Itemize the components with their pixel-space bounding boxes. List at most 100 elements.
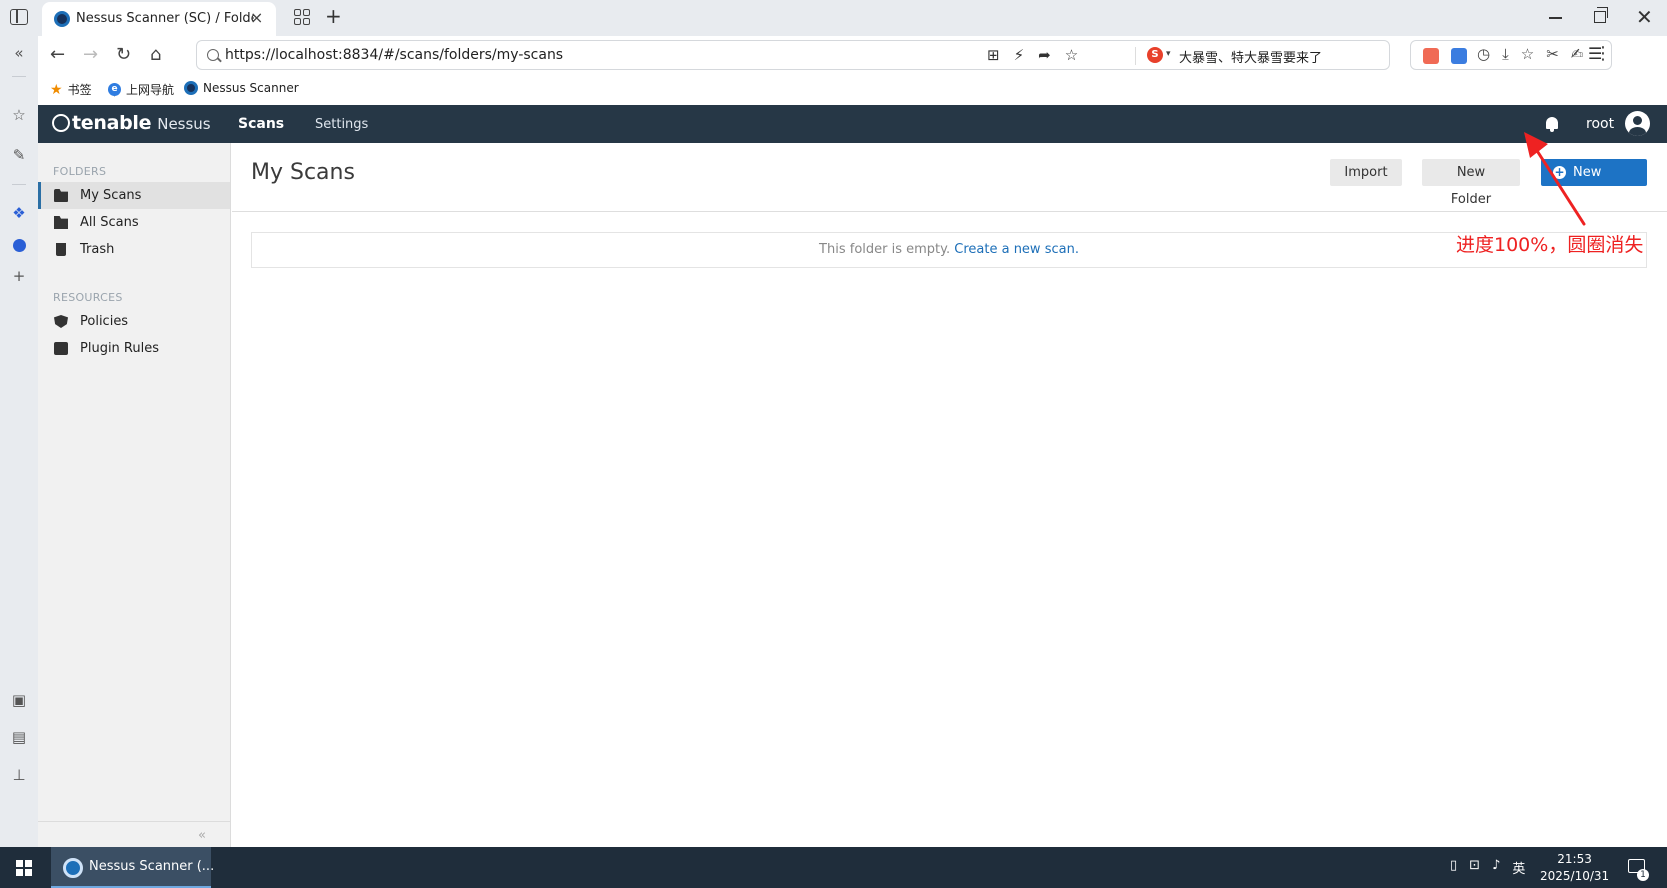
rail-divider: [12, 76, 26, 77]
ime-indicator[interactable]: 英: [1512, 858, 1525, 877]
sidebar-item-plugin-rules[interactable]: Plugin Rules: [38, 335, 230, 362]
chevron-down-icon[interactable]: ▾: [1166, 49, 1171, 59]
box-icon[interactable]: ▤: [0, 728, 38, 746]
import-button[interactable]: Import: [1330, 159, 1402, 186]
pdf-extension-icon[interactable]: [1423, 48, 1439, 64]
nessus-sidebar: FOLDERS My Scans All Scans Trash RESOURC…: [38, 143, 231, 847]
annotation-text: 进度100%，圆圈消失: [1456, 234, 1644, 256]
history-clock-icon[interactable]: [13, 239, 26, 252]
bookmarks-bar: ★ 书签 e 上网导航 Nessus Scanner: [38, 74, 1667, 105]
sign-icon[interactable]: ✍: [1571, 45, 1584, 63]
notifications-bell-icon[interactable]: [1546, 117, 1558, 132]
annotation-arrow: [1524, 132, 1586, 226]
tenable-logo[interactable]: tenable Nessus: [52, 112, 211, 134]
shield-icon: [54, 315, 68, 328]
sidebar-item-policies[interactable]: Policies: [38, 308, 230, 335]
browser-titlebar: Nessus Scanner (SC) / Folders × + ✕: [0, 0, 1667, 36]
bookmark-label: 书签: [67, 83, 92, 97]
collapse-sidebar-icon[interactable]: «: [198, 828, 206, 843]
nessus-icon: [184, 81, 198, 95]
download-icon[interactable]: ⤓: [1502, 45, 1509, 63]
tab-title: Nessus Scanner (SC) / Folders: [76, 11, 254, 26]
user-avatar-icon[interactable]: [1625, 111, 1650, 136]
star-icon: ★: [50, 81, 63, 98]
nav-scans[interactable]: Scans: [238, 116, 284, 132]
ie-icon: e: [108, 83, 121, 96]
sidebar-toggle-icon[interactable]: [10, 9, 28, 25]
browser-toolbar: ← → ↻ ⌂ https://localhost:8834/#/scans/f…: [38, 36, 1667, 74]
new-tab-icon[interactable]: +: [325, 4, 342, 28]
volume-icon[interactable]: ♪: [1492, 858, 1500, 877]
paw-icon[interactable]: ❖: [0, 204, 38, 222]
lightning-icon[interactable]: ⚡: [1014, 46, 1025, 64]
scissors-icon[interactable]: ✂: [1546, 45, 1559, 63]
add-rail-item-icon[interactable]: +: [0, 267, 38, 285]
clock-date: 2025/10/31: [1540, 869, 1610, 883]
window-close-icon[interactable]: ✕: [1636, 5, 1653, 29]
sidebar-divider: [38, 821, 230, 822]
os-taskbar: Nessus Scanner (... ▯ ⊡ ♪ 英 21:53 2025/1…: [0, 847, 1667, 888]
back-icon[interactable]: ←: [50, 44, 65, 65]
home-icon[interactable]: ⌂: [150, 44, 161, 65]
menu-icon[interactable]: ☰: [1588, 44, 1602, 63]
empty-folder-message: This folder is empty. Create a new scan.: [251, 232, 1647, 268]
tenable-ring-icon: [52, 114, 70, 132]
sogou-search-icon[interactable]: S: [1147, 47, 1163, 63]
rail-divider: [12, 184, 26, 185]
favorites-star-icon[interactable]: ☆: [0, 106, 38, 124]
usb-icon[interactable]: ▯: [1450, 858, 1457, 877]
user-name[interactable]: root: [1586, 116, 1614, 132]
collapse-rail-icon[interactable]: «: [0, 44, 38, 62]
sidebar-item-label: My Scans: [80, 188, 142, 203]
window-minimize-icon[interactable]: [1549, 17, 1562, 19]
resources-heading: RESOURCES: [53, 291, 123, 304]
main-content: My Scans Import New Folder + New Scan Th…: [232, 143, 1667, 847]
reload-icon[interactable]: ↻: [116, 44, 131, 65]
bookmark-item[interactable]: e 上网导航: [108, 81, 174, 98]
logo-product: Nessus: [157, 115, 211, 133]
sidebar-item-label: Policies: [80, 314, 129, 329]
screen: Nessus Scanner (SC) / Folders × + ✕ « ☆ …: [0, 0, 1667, 888]
header-divider: [232, 211, 1667, 212]
new-folder-button[interactable]: New Folder: [1422, 159, 1520, 207]
logo-brand: tenable: [72, 112, 152, 134]
notes-pen-icon[interactable]: ✎: [0, 146, 38, 164]
bookmark-item[interactable]: Nessus Scanner: [184, 81, 299, 95]
address-bar[interactable]: https://localhost:8834/#/scans/folders/m…: [196, 40, 1390, 70]
sidebar-item-all-scans[interactable]: All Scans: [38, 209, 230, 236]
translate-page-icon[interactable]: ⊞: [987, 46, 1000, 64]
create-scan-link[interactable]: Create a new scan.: [954, 242, 1079, 257]
forward-icon[interactable]: →: [83, 44, 98, 65]
folder-star-icon[interactable]: ▣: [0, 691, 38, 709]
translate-extension-icon[interactable]: [1451, 48, 1467, 64]
news-headline[interactable]: 大暴雪、特大暴雪要来了: [1179, 47, 1322, 66]
nav-settings[interactable]: Settings: [315, 117, 368, 132]
clock-time: 21:53: [1557, 852, 1592, 866]
bookmark-item[interactable]: ★ 书签: [50, 81, 92, 98]
nessus-favicon-icon: [54, 11, 70, 27]
sidebar-item-label: Trash: [80, 242, 115, 257]
browser-tab-active[interactable]: Nessus Scanner (SC) / Folders ×: [42, 2, 276, 36]
url-text[interactable]: https://localhost:8834/#/scans/folders/m…: [225, 47, 563, 63]
favorites-icon[interactable]: ☆: [1521, 45, 1534, 63]
share-icon[interactable]: ➦: [1038, 46, 1051, 64]
sidebar-item-label: All Scans: [80, 215, 139, 230]
tab-grid-icon[interactable]: [294, 9, 310, 25]
extensions-group: ◷ ⤓ ☆ ✂ ✍: [1410, 40, 1612, 70]
taskbar-item-nessus[interactable]: Nessus Scanner (...: [51, 847, 214, 888]
history-icon[interactable]: ◷: [1477, 45, 1490, 63]
window-restore-icon[interactable]: [1594, 7, 1608, 23]
browser-side-rail: « ☆ ✎ ❖ + ▣ ▤ ⊥: [0, 36, 38, 847]
pin-icon[interactable]: ⊥: [0, 766, 38, 784]
address-divider: [1135, 47, 1136, 65]
windows-start-icon[interactable]: [16, 860, 32, 876]
tab-close-icon[interactable]: ×: [250, 8, 263, 27]
network-icon[interactable]: ⊡: [1469, 858, 1480, 877]
folder-open-icon: [54, 189, 68, 202]
taskbar-clock[interactable]: 21:53 2025/10/31: [1540, 851, 1609, 885]
trash-icon: [56, 243, 66, 256]
sidebar-item-my-scans[interactable]: My Scans: [38, 182, 230, 209]
sidebar-item-trash[interactable]: Trash: [38, 236, 230, 263]
bookmark-label: Nessus Scanner: [203, 81, 299, 95]
bookmark-star-icon[interactable]: ☆: [1065, 46, 1078, 64]
